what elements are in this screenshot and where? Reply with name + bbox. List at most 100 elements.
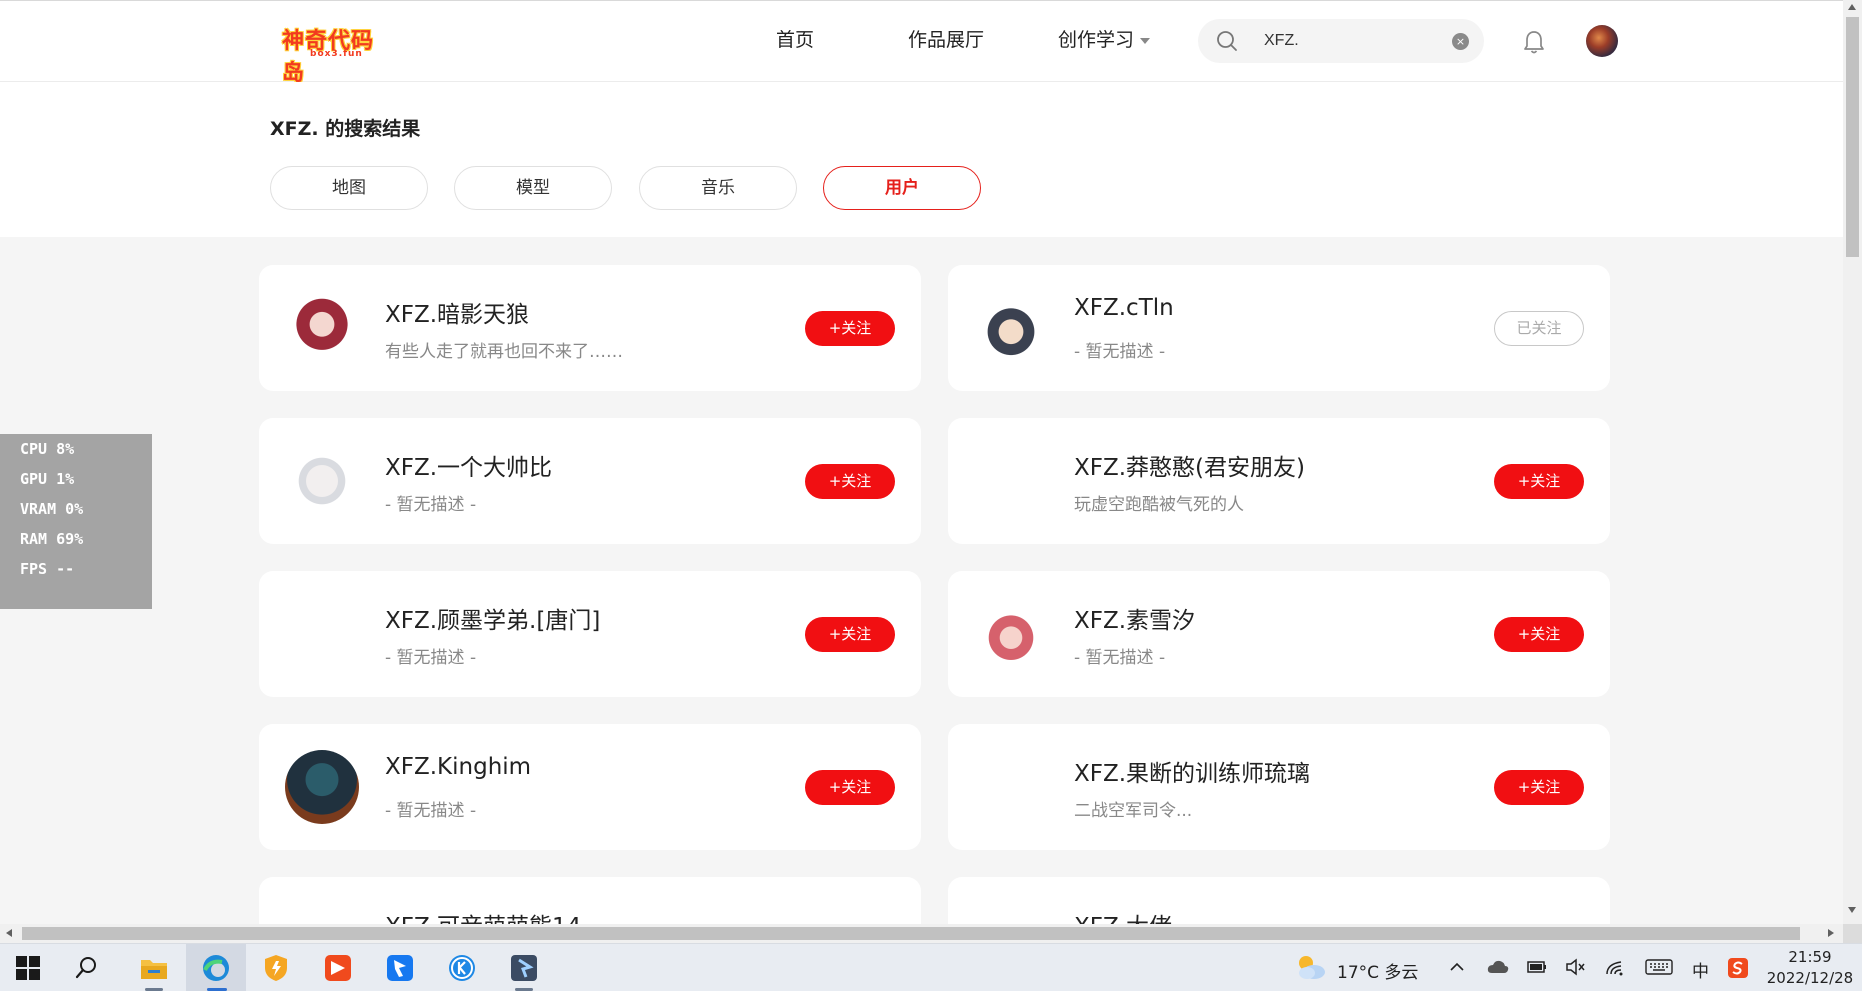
perf-cpu: CPU 8% [20,440,75,458]
top-nav-bar: 神奇代码岛 box3.fun 首页 作品展厅 创作学习 × [0,0,1843,86]
volume-muted-icon[interactable] [1564,956,1586,978]
app-dark-icon[interactable] [508,952,540,984]
vertical-scroll-thumb[interactable] [1846,17,1859,257]
tab-maps[interactable]: 地图 [270,166,428,210]
app-blue-icon[interactable] [384,952,416,984]
followed-button[interactable]: 已关注 [1494,311,1584,346]
search-input[interactable] [1264,29,1434,53]
logo-subtext: box3.fun [310,49,363,59]
follow-button[interactable]: +关注 [805,617,895,652]
user-card[interactable]: XFZ.cTln - 暂无描述 - 已关注 [948,265,1610,391]
user-avatar[interactable] [285,291,359,365]
user-name[interactable]: XFZ.cTln [1074,295,1174,321]
user-description: - 暂无描述 - [1074,648,1166,668]
edge-browser-icon[interactable] [200,952,232,984]
tab-music[interactable]: 音乐 [639,166,797,210]
perf-fps: FPS -- [20,560,75,578]
battery-icon[interactable] [1526,957,1548,977]
user-card[interactable]: XFZ.暗影天狼 有些人走了就再也回不来了…… +关注 [259,265,921,391]
user-card[interactable]: XFZ.可音萌萌熊14 [259,877,921,924]
user-card[interactable]: XFZ.Kinghim - 暂无描述 - +关注 [259,724,921,850]
search-box: × [1198,19,1484,63]
user-avatar[interactable] [974,444,1048,518]
perf-vram: VRAM 0% [20,500,84,518]
perf-gpu: GPU 1% [20,470,75,488]
user-description: - 暂无描述 - [1074,342,1166,362]
user-description: 有些人走了就再也回不来了…… [385,342,623,362]
scroll-left-icon[interactable] [6,929,12,937]
scrollbar-corner [1843,924,1862,943]
follow-button[interactable]: +关注 [1494,617,1584,652]
clear-search-icon[interactable]: × [1452,33,1469,50]
user-name[interactable]: XFZ.果断的训练师琉璃 [1074,754,1310,788]
follow-button[interactable]: +关注 [1494,464,1584,499]
user-description: 二战空军司令... [1074,801,1193,821]
nav-gallery[interactable]: 作品展厅 [908,25,984,52]
user-card[interactable]: XFZ.顾墨学弟.[唐门] - 暂无描述 - +关注 [259,571,921,697]
search-icon [1217,31,1237,51]
user-avatar[interactable] [285,750,359,824]
weather-cloud-icon[interactable] [1294,951,1328,983]
clock-time: 21:59 [1788,948,1832,966]
user-description: - 暂无描述 - [385,648,477,668]
sogou-ime-icon[interactable] [1727,957,1749,979]
user-name[interactable]: XFZ.素雪汐 [1074,601,1195,635]
user-name[interactable]: XFZ.大佬 [1074,907,1172,924]
nav-home[interactable]: 首页 [776,25,814,52]
scroll-down-icon[interactable] [1848,907,1856,913]
site-logo[interactable]: 神奇代码岛 box3.fun [282,23,392,86]
keyboard-icon[interactable] [1644,956,1674,978]
user-card[interactable]: XFZ.素雪汐 - 暂无描述 - +关注 [948,571,1610,697]
user-card[interactable]: XFZ.一个大帅比 - 暂无描述 - +关注 [259,418,921,544]
page-title: XFZ. 的搜索结果 [270,118,421,140]
nav-learn[interactable]: 创作学习 [1058,25,1151,52]
horizontal-scrollbar[interactable] [0,924,1843,943]
onedrive-cloud-icon[interactable] [1486,957,1510,977]
system-clock[interactable]: 21:59 2022/12/28 [1764,947,1856,989]
wifi-icon[interactable] [1604,956,1626,978]
user-avatar[interactable] [285,444,359,518]
user-name[interactable]: XFZ.顾墨学弟.[唐门] [385,601,600,635]
user-name[interactable]: XFZ.莽憨憨(君安朋友) [1074,448,1305,482]
chevron-up-icon[interactable] [1448,958,1466,976]
user-avatar[interactable] [974,597,1048,671]
ime-indicator[interactable]: 中 [1692,957,1709,982]
follow-button[interactable]: +关注 [805,770,895,805]
performance-overlay: CPU 8% GPU 1% VRAM 0% RAM 69% FPS -- [0,434,152,609]
search-icon[interactable] [74,955,100,981]
user-name[interactable]: XFZ.可音萌萌熊14 [385,907,581,924]
horizontal-scroll-thumb[interactable] [22,927,1800,940]
user-name[interactable]: XFZ.暗影天狼 [385,295,529,329]
clock-date: 2022/12/28 [1766,969,1854,987]
bell-icon[interactable] [1522,29,1546,55]
user-avatar[interactable] [974,750,1048,824]
user-avatar[interactable] [1586,25,1618,57]
user-card[interactable]: XFZ.大佬 [948,877,1610,924]
tab-users[interactable]: 用户 [823,166,981,210]
user-avatar[interactable] [285,597,359,671]
security-shield-icon[interactable] [260,952,292,984]
chevron-down-icon [1140,37,1151,44]
user-card[interactable]: XFZ.莽憨憨(君安朋友) 玩虚空跑酷被气死的人 +关注 [948,418,1610,544]
tab-models[interactable]: 模型 [454,166,612,210]
user-avatar[interactable] [974,291,1048,365]
user-description: 玩虚空跑酷被气死的人 [1074,495,1244,515]
app-k-icon[interactable] [446,952,478,984]
follow-button[interactable]: +关注 [805,311,895,346]
user-card[interactable]: XFZ.果断的训练师琉璃 二战空军司令... +关注 [948,724,1610,850]
vertical-scrollbar[interactable] [1843,0,1862,943]
windows-start-icon[interactable] [14,954,42,982]
follow-button[interactable]: +关注 [1494,770,1584,805]
user-description: - 暂无描述 - [385,801,477,821]
windows-taskbar: 17°C 多云 中 21:59 2022/12/28 [0,943,1862,991]
follow-button[interactable]: +关注 [805,464,895,499]
scroll-up-icon[interactable] [1848,4,1856,10]
perf-ram: RAM 69% [20,530,84,548]
app-red-icon[interactable] [322,952,354,984]
file-explorer-icon[interactable] [138,952,170,984]
weather-text[interactable]: 17°C 多云 [1337,958,1418,983]
scroll-right-icon[interactable] [1828,929,1834,937]
user-name[interactable]: XFZ.一个大帅比 [385,448,552,482]
user-name[interactable]: XFZ.Kinghim [385,754,531,780]
search-result-header: XFZ. 的搜索结果 地图 模型 音乐 用户 [0,82,1843,237]
